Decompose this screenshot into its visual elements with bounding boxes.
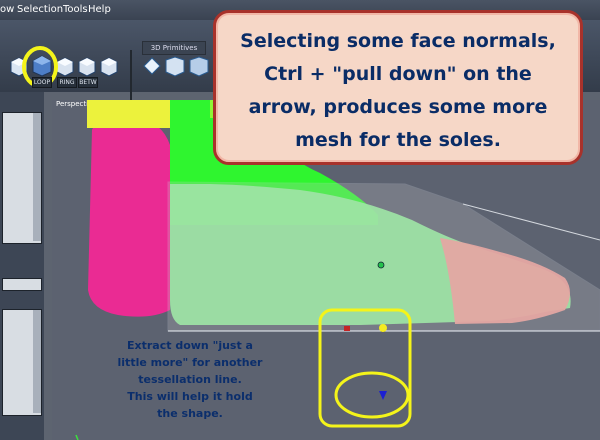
note-line: Extract down "just a — [127, 339, 253, 352]
menu-tools[interactable]: Tools — [63, 4, 88, 15]
callout-text: Selecting some face normals, Ctrl + "pul… — [213, 25, 583, 157]
note-line: the shape. — [157, 407, 223, 420]
red-handle-icon — [344, 326, 350, 331]
toolbar-separator — [130, 50, 132, 105]
yellow-handle-icon — [379, 324, 387, 332]
menu-help[interactable]: Help — [88, 4, 111, 15]
cube-icon[interactable] — [100, 57, 118, 77]
cube-icon[interactable] — [78, 57, 96, 77]
properties-panel — [2, 309, 42, 416]
note-line: tessellation line. — [138, 373, 242, 386]
note-line: little more" for another — [117, 356, 263, 369]
highlight-oval — [334, 371, 410, 419]
primitive-icons[interactable] — [142, 56, 210, 78]
callout-line: arrow, produces some more — [248, 96, 548, 118]
loop-chip[interactable]: LOOP — [32, 77, 52, 88]
callout-line: Selecting some face normals, — [240, 30, 556, 52]
scrollbar[interactable] — [33, 310, 41, 413]
note-line: This will help it hold — [127, 390, 253, 403]
pink-leg — [88, 116, 170, 317]
callout-line: mesh for the soles. — [295, 129, 501, 151]
scrollbar[interactable] — [33, 113, 41, 241]
menu-view[interactable]: ow — [0, 4, 14, 15]
menu-selection[interactable]: Selection — [17, 4, 63, 15]
left-panel — [0, 92, 44, 440]
yellow-cap — [87, 100, 172, 128]
object-list-panel — [2, 112, 42, 244]
annotation-note: Extract down "just a little more" for an… — [105, 337, 275, 422]
ring-chip[interactable]: RING — [57, 77, 77, 88]
vertex-handle-icon — [377, 261, 385, 269]
callout-line: Ctrl + "pull down" on the — [264, 63, 532, 85]
between-chip[interactable]: BETW — [78, 77, 98, 88]
panel-bar — [2, 278, 42, 291]
arrow-handle-icon — [379, 391, 387, 400]
primitives-tab[interactable]: 3D Primitives — [142, 41, 206, 55]
